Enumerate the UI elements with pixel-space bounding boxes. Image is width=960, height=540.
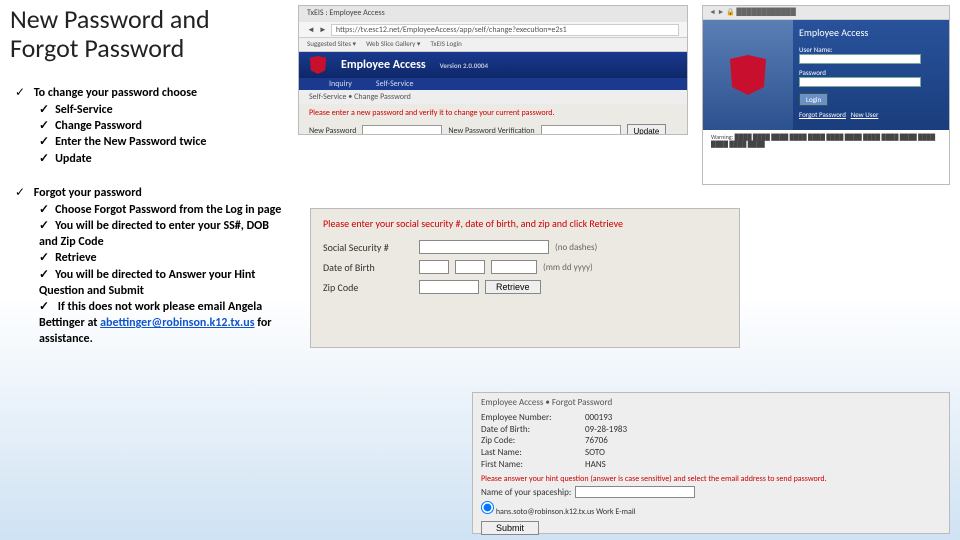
label-ssn: Social Security # [323, 241, 413, 254]
label-verify-password: New Password Verification [448, 126, 534, 135]
hint-ssn: (no dashes) [555, 242, 597, 253]
label-zip: Zip Code [323, 281, 413, 294]
value: SOTO [585, 447, 605, 459]
tab-inquiry[interactable]: Inquiry [329, 79, 352, 89]
section2-heading: Forgot your password [34, 186, 142, 200]
page-title: New Password and Forgot Password [10, 5, 260, 62]
bookmark[interactable]: Web Slice Gallery ▾ [366, 39, 420, 50]
app-title: Employee Access [341, 58, 426, 72]
list-item: Self-Service [39, 102, 290, 118]
prompt-text: Please enter a new password and verify i… [299, 104, 687, 122]
value: 09-28-1983 [585, 424, 627, 436]
bookmark-bar: Suggested Sites ▾ Web Slice Gallery ▾ Tx… [299, 38, 687, 52]
zip-input[interactable] [419, 280, 479, 294]
ssn-input[interactable] [419, 240, 549, 254]
version-text: Version 2.0.0004 [440, 61, 488, 70]
label-password: Password [799, 68, 943, 77]
login-title: Employee Access [799, 26, 943, 39]
label: Employee Number: [481, 412, 581, 424]
dob-mm-input[interactable] [419, 260, 449, 274]
value: 76706 [585, 435, 608, 447]
app-header: Employee Access Version 2.0.0004 [299, 52, 687, 78]
label-new-password: New Password [309, 126, 356, 135]
update-button[interactable]: Update [627, 124, 667, 135]
email-radio[interactable] [481, 501, 494, 514]
browser-chrome: ◄ ► 🔒 ████████████ [703, 6, 949, 20]
tab-self-service[interactable]: Self-Service [376, 79, 414, 89]
slide-text: To change your password choose Self-Serv… [15, 85, 290, 353]
value: HANS [585, 459, 606, 471]
back-icon: ◄ [307, 25, 315, 35]
bookmark[interactable]: TxEIS Login [430, 39, 461, 50]
screenshot-hint-question: Employee Access • Forgot Password Employ… [472, 392, 950, 534]
bookmark[interactable]: Suggested Sites ▾ [307, 39, 356, 50]
list-item: Change Password [39, 118, 290, 134]
password-input[interactable] [799, 77, 921, 87]
dob-yyyy-input[interactable] [491, 260, 537, 274]
screenshot-retrieve: Please enter your social security #, dat… [310, 208, 740, 348]
email-option: hans.soto@robinson.k12.tx.us Work E-mail [496, 507, 636, 517]
list-item: If this does not work please email Angel… [39, 299, 290, 348]
section1-heading: To change your password choose [34, 86, 197, 100]
prompt-text: Please enter your social security #, dat… [323, 217, 727, 230]
value: 000193 [585, 412, 612, 424]
hint-prompt: Please answer your hint question (answer… [481, 474, 941, 484]
submit-button[interactable]: Submit [481, 521, 539, 535]
texas-logo-icon [728, 55, 768, 95]
retrieve-button[interactable]: Retrieve [485, 280, 541, 294]
breadcrumb: Employee Access • Forgot Password [481, 397, 941, 408]
list-item: You will be directed to enter your SS#, … [39, 218, 290, 250]
label-dob: Date of Birth [323, 261, 413, 274]
email-link[interactable]: abettinger@robinson.k12.tx.us [100, 316, 254, 330]
hint-dob: (mm dd yyyy) [543, 262, 593, 273]
forward-icon: ► [319, 25, 327, 35]
list-item: Update [39, 151, 290, 167]
new-password-input[interactable] [362, 125, 442, 135]
screenshot-change-password: TxEIS : Employee Access ◄ ► https://tv.e… [298, 5, 688, 135]
list-item: Choose Forgot Password from the Log in p… [39, 202, 290, 218]
label: Zip Code: [481, 435, 581, 447]
hint-question: Name of your spaceship: [481, 487, 571, 498]
dob-dd-input[interactable] [455, 260, 485, 274]
breadcrumb: Self-Service • Change Password [299, 90, 687, 104]
label: Date of Birth: [481, 424, 581, 436]
list-item: You will be directed to Answer your Hint… [39, 267, 290, 299]
new-user-link[interactable]: New User [851, 110, 879, 119]
forgot-password-link[interactable]: Forgot Password [799, 110, 846, 119]
label: Last Name: [481, 447, 581, 459]
login-logo-panel [703, 20, 793, 130]
texas-logo-icon [309, 56, 327, 74]
screenshot-login: ◄ ► 🔒 ████████████ Employee Access User … [702, 5, 950, 185]
hint-answer-input[interactable] [575, 486, 695, 498]
login-footer-text: Warning: ████ ████ ████ ████ ████ ████ █… [703, 130, 949, 152]
label: First Name: [481, 459, 581, 471]
list-item: Retrieve [39, 250, 290, 266]
label-username: User Name: [799, 45, 943, 54]
browser-tab: TxEIS : Employee Access [299, 6, 687, 22]
list-item: Enter the New Password twice [39, 134, 290, 150]
verify-password-input[interactable] [541, 125, 621, 135]
address-bar[interactable]: https://tv.esc12.net/EmployeeAccess/app/… [331, 24, 679, 36]
login-button[interactable]: Login [799, 93, 828, 106]
username-input[interactable] [799, 54, 921, 64]
